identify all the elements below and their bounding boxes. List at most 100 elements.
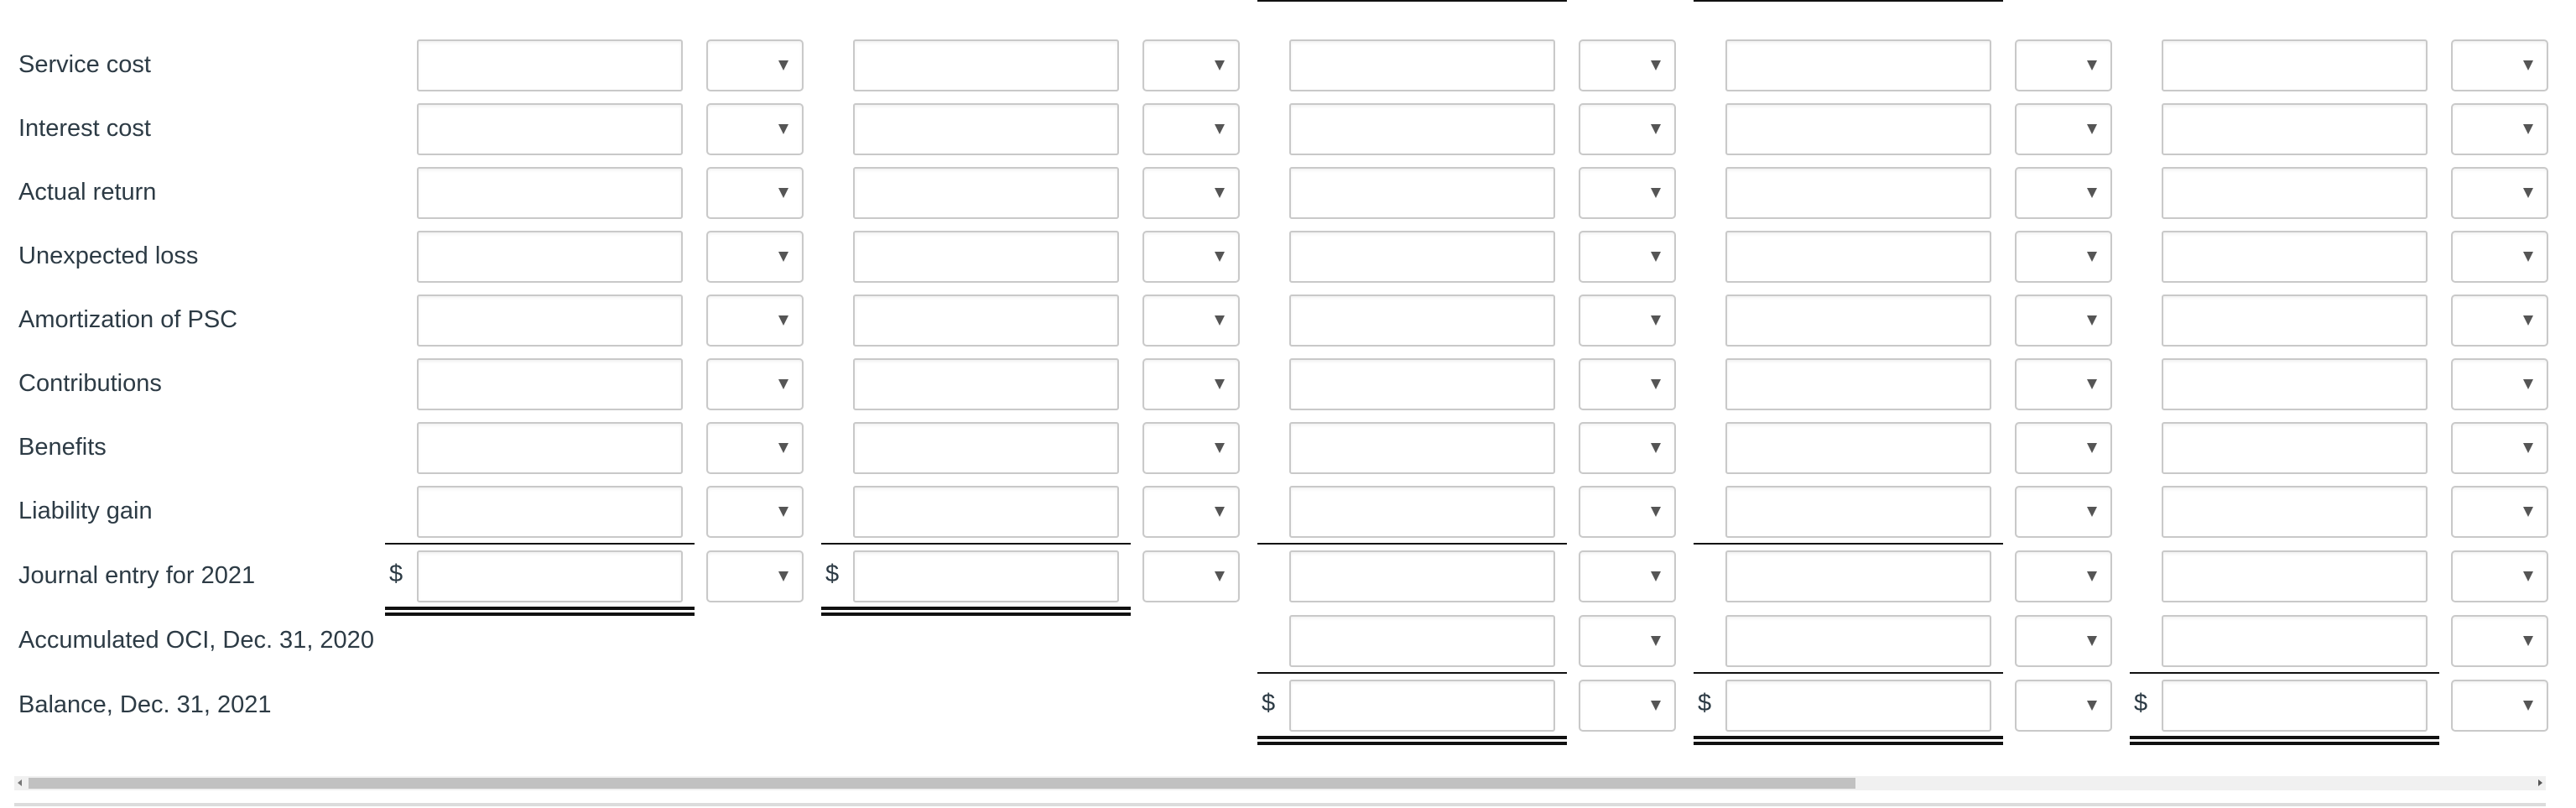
debit-credit-select[interactable] [2015, 550, 2112, 602]
amount-input[interactable] [1725, 550, 1991, 602]
debit-credit-select[interactable] [706, 550, 804, 602]
debit-credit-select[interactable] [2451, 295, 2548, 347]
debit-credit-select[interactable] [706, 358, 804, 410]
debit-credit-select[interactable] [706, 486, 804, 538]
amount-input[interactable] [1725, 422, 1991, 474]
amount-input[interactable] [1725, 358, 1991, 410]
debit-credit-select[interactable] [1579, 231, 1676, 283]
amount-input[interactable] [2162, 358, 2428, 410]
debit-credit-select[interactable] [2451, 231, 2548, 283]
debit-credit-select[interactable] [706, 103, 804, 155]
amount-input[interactable] [1725, 680, 1991, 732]
amount-input[interactable] [2162, 103, 2428, 155]
debit-credit-select[interactable] [706, 167, 804, 219]
amount-input[interactable] [2162, 39, 2428, 91]
debit-credit-select[interactable] [706, 39, 804, 91]
debit-credit-select[interactable] [1579, 680, 1676, 732]
amount-input[interactable] [2162, 680, 2428, 732]
amount-input[interactable] [853, 550, 1119, 602]
amount-input[interactable] [1725, 295, 1991, 347]
amount-input[interactable] [853, 103, 1119, 155]
debit-credit-select[interactable] [2015, 615, 2112, 667]
debit-credit-select[interactable] [2015, 295, 2112, 347]
amount-input[interactable] [417, 422, 683, 474]
amount-input[interactable] [1289, 422, 1555, 474]
amount-input[interactable] [1725, 486, 1991, 538]
amount-input[interactable] [1289, 486, 1555, 538]
debit-credit-select[interactable] [2015, 39, 2112, 91]
debit-credit-select[interactable] [2015, 422, 2112, 474]
debit-credit-select[interactable] [1142, 486, 1240, 538]
amount-input[interactable] [417, 167, 683, 219]
debit-credit-select[interactable] [1142, 167, 1240, 219]
amount-input[interactable] [2162, 231, 2428, 283]
amount-input[interactable] [1725, 231, 1991, 283]
debit-credit-select[interactable] [2015, 680, 2112, 732]
amount-input[interactable] [2162, 167, 2428, 219]
debit-credit-select[interactable] [1142, 422, 1240, 474]
amount-input[interactable] [1289, 358, 1555, 410]
scrollbar-thumb[interactable] [29, 778, 1856, 789]
debit-credit-select[interactable] [2451, 550, 2548, 602]
debit-credit-select[interactable] [1142, 358, 1240, 410]
amount-input[interactable] [2162, 295, 2428, 347]
amount-input[interactable] [2162, 422, 2428, 474]
debit-credit-select[interactable] [2451, 358, 2548, 410]
debit-credit-select[interactable] [1579, 422, 1676, 474]
amount-input[interactable] [417, 550, 683, 602]
amount-input[interactable] [1725, 39, 1991, 91]
debit-credit-select[interactable] [2451, 486, 2548, 538]
amount-input[interactable] [2162, 615, 2428, 667]
amount-input[interactable] [1289, 615, 1555, 667]
debit-credit-select[interactable] [2451, 167, 2548, 219]
debit-credit-select[interactable] [2015, 167, 2112, 219]
debit-credit-select[interactable] [706, 422, 804, 474]
horizontal-scrollbar[interactable] [14, 776, 2546, 790]
amount-input[interactable] [1289, 167, 1555, 219]
amount-input[interactable] [1725, 167, 1991, 219]
amount-input[interactable] [853, 39, 1119, 91]
debit-credit-select[interactable] [1579, 550, 1676, 602]
amount-input[interactable] [417, 231, 683, 283]
amount-input[interactable] [417, 486, 683, 538]
debit-credit-select[interactable] [2015, 103, 2112, 155]
debit-credit-select[interactable] [2451, 103, 2548, 155]
amount-input[interactable] [1289, 550, 1555, 602]
debit-credit-select[interactable] [2451, 39, 2548, 91]
debit-credit-select[interactable] [1142, 39, 1240, 91]
debit-credit-select[interactable] [1579, 167, 1676, 219]
amount-input[interactable] [853, 167, 1119, 219]
debit-credit-select[interactable] [2015, 486, 2112, 538]
amount-input[interactable] [2162, 550, 2428, 602]
amount-input[interactable] [417, 295, 683, 347]
debit-credit-select[interactable] [2451, 422, 2548, 474]
amount-input[interactable] [1289, 39, 1555, 91]
amount-input[interactable] [417, 103, 683, 155]
debit-credit-select[interactable] [1579, 358, 1676, 410]
debit-credit-select[interactable] [2451, 615, 2548, 667]
debit-credit-select[interactable] [1579, 39, 1676, 91]
amount-input[interactable] [1289, 680, 1555, 732]
amount-input[interactable] [417, 358, 683, 410]
amount-input[interactable] [1725, 103, 1991, 155]
debit-credit-select[interactable] [1579, 486, 1676, 538]
debit-credit-select[interactable] [1579, 615, 1676, 667]
debit-credit-select[interactable] [706, 231, 804, 283]
debit-credit-select[interactable] [2015, 358, 2112, 410]
debit-credit-select[interactable] [2015, 231, 2112, 283]
amount-input[interactable] [1725, 615, 1991, 667]
debit-credit-select[interactable] [706, 295, 804, 347]
amount-input[interactable] [417, 39, 683, 91]
debit-credit-select[interactable] [1142, 231, 1240, 283]
amount-input[interactable] [853, 422, 1119, 474]
amount-input[interactable] [853, 231, 1119, 283]
amount-input[interactable] [853, 486, 1119, 538]
debit-credit-select[interactable] [1142, 550, 1240, 602]
amount-input[interactable] [853, 295, 1119, 347]
scroll-left-arrow-icon[interactable] [18, 779, 22, 786]
amount-input[interactable] [853, 358, 1119, 410]
debit-credit-select[interactable] [1142, 103, 1240, 155]
debit-credit-select[interactable] [2451, 680, 2548, 732]
debit-credit-select[interactable] [1579, 103, 1676, 155]
debit-credit-select[interactable] [1579, 295, 1676, 347]
